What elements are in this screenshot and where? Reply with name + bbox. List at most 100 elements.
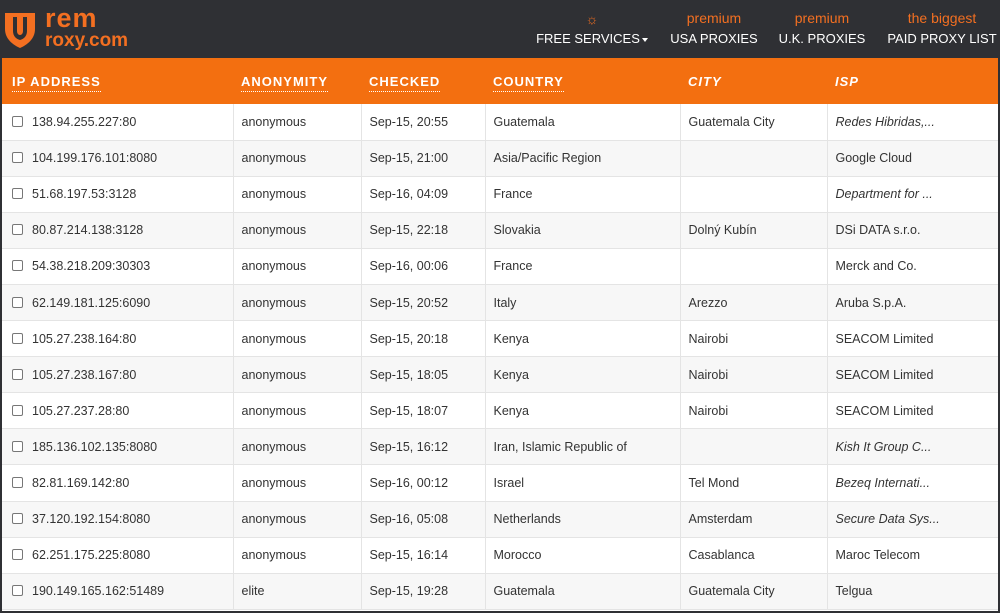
header-anonymity[interactable]: ANONYMITY [233, 58, 361, 104]
row-checkbox[interactable] [12, 260, 23, 272]
cell-country: France [485, 176, 681, 213]
cell-country: Slovakia [485, 212, 681, 249]
row-checkbox[interactable] [12, 404, 23, 416]
cell-isp-text: Secure Data Sys... [835, 512, 940, 527]
table-row[interactable]: 105.27.238.164:80 anonymous Sep-15, 20:18 K… [2, 320, 998, 358]
caret-down-icon [641, 37, 648, 42]
table-row[interactable]: 54.38.218.209:30303 anonymous Sep-16, 00:0… [2, 248, 998, 285]
header-anonymity-text: ANONYMITY [241, 73, 328, 92]
header-isp: ISP [827, 58, 998, 104]
cell-country-text: Kenya [493, 367, 529, 382]
table-row[interactable]: 185.136.102.135:8080 anonymous Sep-15, 16:… [2, 428, 998, 466]
cell-isp-text: Google Cloud [835, 151, 912, 166]
cell-isp: Merck and Co. [827, 248, 998, 285]
table-row[interactable]: 105.27.238.167:80 anonymous Sep-15, 18:05 K… [2, 356, 998, 394]
cell-checked: Sep-15, 16:12 [361, 428, 486, 466]
cell-isp: DSi DATA s.r.o. [827, 212, 998, 249]
table-row[interactable]: 138.94.255.227:80 anonymous Sep-15, 20:55 G… [2, 104, 998, 141]
cell-checked: Sep-16, 04:09 [361, 176, 486, 213]
cell-anonymity-text: anonymous [241, 331, 307, 346]
cell-country-text: Kenya [493, 331, 529, 346]
cell-isp: Telgua [827, 573, 998, 610]
nav-free-services[interactable]: ☼ FREE SERVICES [536, 0, 648, 55]
cell-ip-address-text: 105.27.238.164:80 [32, 331, 137, 346]
cell-checked: Sep-16, 00:06 [361, 248, 486, 285]
row-checkbox[interactable] [12, 188, 23, 200]
cell-checked-text: Sep-15, 19:28 [369, 584, 449, 599]
cell-isp: Secure Data Sys... [827, 501, 998, 538]
row-checkbox[interactable] [12, 332, 23, 344]
cell-city: Amsterdam [680, 501, 828, 538]
cell-city-text: Nairobi [688, 331, 729, 346]
cell-checked: Sep-15, 18:05 [361, 356, 486, 394]
nav-free-services-text: FREE SERVICES [536, 31, 640, 46]
row-checkbox[interactable] [12, 152, 23, 164]
nav-paid-proxy-list-label: PAID PROXY LIST [887, 31, 997, 46]
nav-usa-proxies[interactable]: premium USA PROXIES [668, 0, 760, 55]
cell-city-text: Nairobi [688, 367, 729, 382]
cell-ip-address-text: 105.27.238.167:80 [32, 367, 137, 382]
row-checkbox[interactable] [12, 296, 23, 308]
cell-isp-text: Bezeq Internati... [835, 475, 931, 490]
cell-country: Guatemala [485, 573, 681, 610]
table-row[interactable]: 51.68.197.53:3128 anonymous Sep-16, 04:09 F… [2, 176, 998, 213]
table-row[interactable]: 190.149.165.162:51489 elite Sep-15, 19:28 G… [2, 573, 998, 610]
header-country[interactable]: COUNTRY [485, 58, 680, 104]
cell-isp-text: Redes Hibridas,... [835, 114, 935, 129]
cell-country: Iran, Islamic Republic of [485, 428, 681, 466]
cell-isp: Redes Hibridas,... [827, 104, 998, 141]
header-city-text: CITY [688, 73, 722, 89]
cell-checked-text: Sep-16, 00:12 [369, 475, 449, 490]
cell-country-text: France [493, 259, 533, 274]
cell-isp-text: Aruba S.p.A. [835, 295, 907, 310]
nav-uk-proxies[interactable]: premium U.K. PROXIES [776, 0, 868, 55]
cell-anonymity: anonymous [233, 140, 362, 177]
cell-city-text: Tel Mond [688, 475, 740, 490]
row-checkbox[interactable] [12, 585, 23, 597]
cell-ip-address-text: 37.120.192.154:8080 [32, 512, 151, 527]
cell-ip-address: 62.251.175.225:8080 [2, 537, 234, 574]
table-body: 138.94.255.227:80 anonymous Sep-15, 20:55 G… [2, 104, 998, 610]
cell-checked-text: Sep-16, 04:09 [369, 187, 449, 202]
cell-ip-address: 105.27.238.164:80 [2, 320, 234, 358]
table-row[interactable]: 80.87.214.138:3128 anonymous Sep-15, 22:18… [2, 212, 998, 249]
cell-city: Dolný Kubín [680, 212, 828, 249]
cell-country: Israel [485, 464, 681, 502]
header-checked[interactable]: CHECKED [361, 58, 485, 104]
cell-anonymity: anonymous [233, 537, 362, 574]
cell-country: Morocco [485, 537, 681, 574]
row-checkbox[interactable] [12, 440, 23, 452]
nav-paid-proxy-list-top: the biggest [907, 10, 977, 26]
table-row[interactable]: 82.81.169.142:80 anonymous Sep-16, 00:12 Is… [2, 464, 998, 502]
cell-ip-address-text: 138.94.255.227:80 [32, 114, 137, 129]
table-row[interactable]: 104.199.176.101:8080 anonymous Sep-15, 21:… [2, 140, 998, 177]
cell-country: Asia/Pacific Region [485, 140, 681, 177]
cell-checked-text: Sep-15, 20:18 [369, 331, 449, 346]
table-row[interactable]: 62.149.181.125:6090 anonymous Sep-15, 20:5… [2, 284, 998, 322]
site-logo[interactable]: rem roxy.com [3, 3, 143, 53]
cell-checked: Sep-15, 20:18 [361, 320, 486, 358]
row-checkbox[interactable] [12, 513, 23, 525]
cell-anonymity: anonymous [233, 248, 362, 285]
row-checkbox[interactable] [12, 224, 23, 236]
nav-paid-proxy-list[interactable]: the biggest PAID PROXY LIST [886, 0, 998, 55]
cell-country-text: Iran, Islamic Republic of [493, 439, 627, 454]
table-row[interactable]: 37.120.192.154:8080 anonymous Sep-16, 05:0… [2, 501, 998, 538]
header-ip-address[interactable]: IP ADDRESS [2, 58, 233, 104]
cell-isp: Aruba S.p.A. [827, 284, 998, 322]
table-row[interactable]: 62.251.175.225:8080 anonymous Sep-15, 16:1… [2, 537, 998, 574]
cell-ip-address-text: 54.38.218.209:30303 [32, 259, 151, 274]
row-checkbox[interactable] [12, 549, 23, 561]
cell-ip-address: 185.136.102.135:8080 [2, 428, 234, 466]
cell-checked-text: Sep-16, 00:06 [369, 259, 449, 274]
row-checkbox[interactable] [12, 476, 23, 488]
row-checkbox[interactable] [12, 115, 23, 127]
cell-city: Arezzo [680, 284, 828, 322]
table-row[interactable]: 105.27.237.28:80 anonymous Sep-15, 18:07 Ke… [2, 392, 998, 430]
cell-ip-address: 190.149.165.162:51489 [2, 573, 234, 610]
cell-isp-text: DSi DATA s.r.o. [835, 223, 921, 238]
cell-checked: Sep-15, 19:28 [361, 573, 486, 610]
cell-isp: SEACOM Limited [827, 320, 998, 358]
row-checkbox[interactable] [12, 368, 23, 380]
cell-isp: Kish It Group C... [827, 428, 998, 466]
